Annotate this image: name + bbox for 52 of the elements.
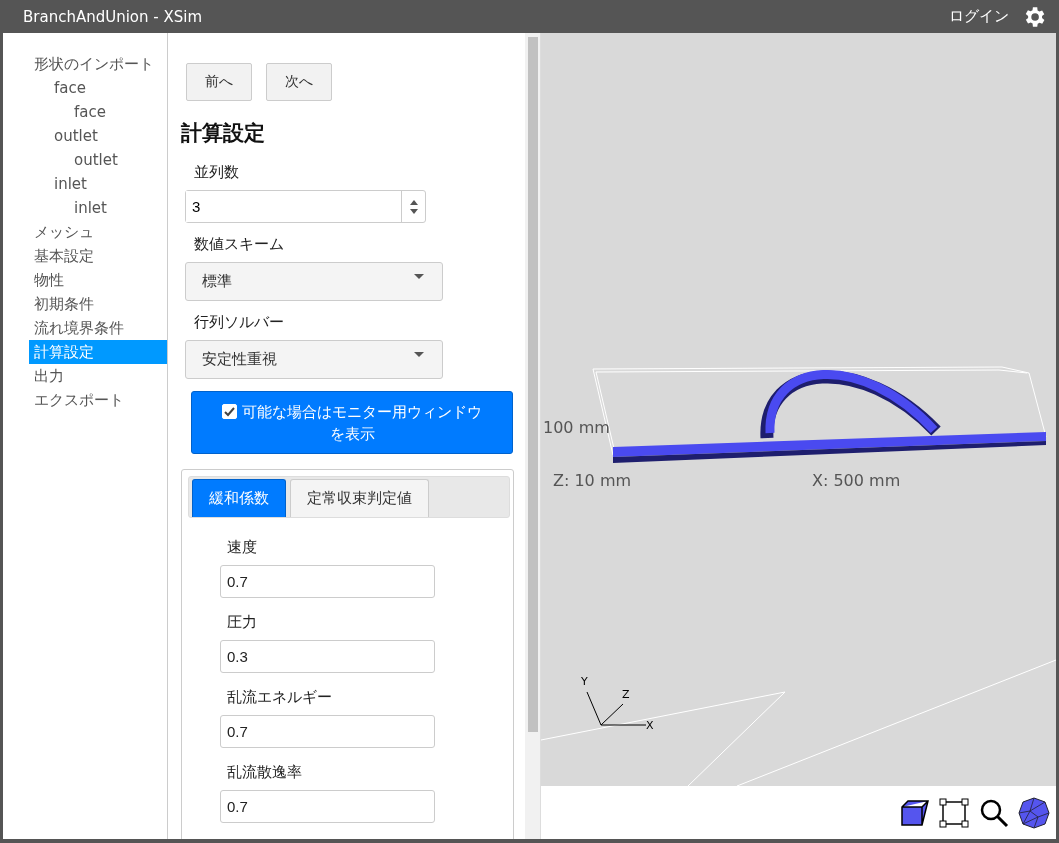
sidebar-item[interactable]: 出力 [29, 364, 167, 388]
nav-button[interactable]: 次へ [266, 63, 332, 101]
field-label: 圧力 [227, 613, 258, 632]
polyhedron-icon[interactable] [1018, 796, 1050, 829]
caret-icon [414, 274, 424, 279]
dimension-label: 100 mm [543, 418, 610, 437]
axis-label: Y [581, 675, 588, 688]
sidebar-item[interactable]: outlet [29, 148, 167, 172]
section-heading: 計算設定 [181, 120, 266, 147]
field-label: 並列数 [194, 163, 240, 182]
sidebar-item[interactable]: エクスポート [29, 388, 167, 412]
axes-drawing [586, 691, 647, 726]
sidebar-item[interactable]: 物性 [29, 268, 167, 292]
field-label: 数値スキーム [194, 235, 285, 254]
select-dropdown[interactable]: 安定性重視 [185, 340, 443, 379]
field-label: 速度 [227, 538, 258, 557]
axis-label: Z [622, 688, 630, 701]
sidebar-item[interactable]: 初期条件 [29, 292, 167, 316]
down-caret-icon[interactable] [409, 208, 418, 214]
up-caret-icon[interactable] [409, 199, 418, 205]
sidebar-item[interactable]: 流れ境界条件 [29, 316, 167, 340]
select-dropdown[interactable]: 標準 [185, 262, 443, 301]
checkbox[interactable] [222, 403, 237, 419]
sidebar-item[interactable]: inlet [29, 172, 167, 196]
input-field[interactable]: 0.7 [220, 715, 435, 748]
axis-label: X [646, 719, 654, 732]
input-field[interactable]: 0.7 [220, 565, 435, 598]
sidebar-item[interactable]: face [29, 76, 167, 100]
model-viewport[interactable]: 100 mm Z: 10 mm X: 500 mm Y Z X [541, 33, 1056, 786]
caret-icon [414, 352, 424, 357]
login-link[interactable]: ログイン [949, 7, 1009, 26]
tab[interactable]: 緩和係数 [192, 479, 286, 517]
field-label: 行列ソルバー [194, 313, 285, 332]
dimension-label: X: 500 mm [812, 471, 901, 490]
field-label: 乱流エネルギー [227, 688, 333, 707]
input-field[interactable]: 0.7 [220, 790, 435, 823]
field-label: 乱流散逸率 [227, 763, 303, 782]
nav-button[interactable]: 前へ [186, 63, 252, 101]
sidebar-item[interactable]: 基本設定 [29, 244, 167, 268]
window-title: BranchAndUnion - XSim [23, 7, 204, 26]
number-field[interactable]: 3 [185, 190, 426, 223]
sidebar-item[interactable]: inlet [29, 196, 167, 220]
monitor-toggle-button[interactable]: 可能な場合はモニター用ウィンドウを表示 [191, 391, 513, 454]
dimension-label: Z: 10 mm [553, 471, 632, 490]
sidebar-item[interactable]: メッシュ [29, 220, 167, 244]
input-field[interactable]: 0.3 [220, 640, 435, 673]
sidebar-item[interactable]: face [29, 100, 167, 124]
bounding-box-icon[interactable] [938, 796, 970, 829]
cube-icon[interactable] [900, 797, 930, 828]
sidebar-item[interactable]: 形状のインポート [29, 52, 167, 76]
tab[interactable]: 定常収束判定値 [290, 479, 429, 517]
sidebar-item[interactable]: outlet [29, 124, 167, 148]
